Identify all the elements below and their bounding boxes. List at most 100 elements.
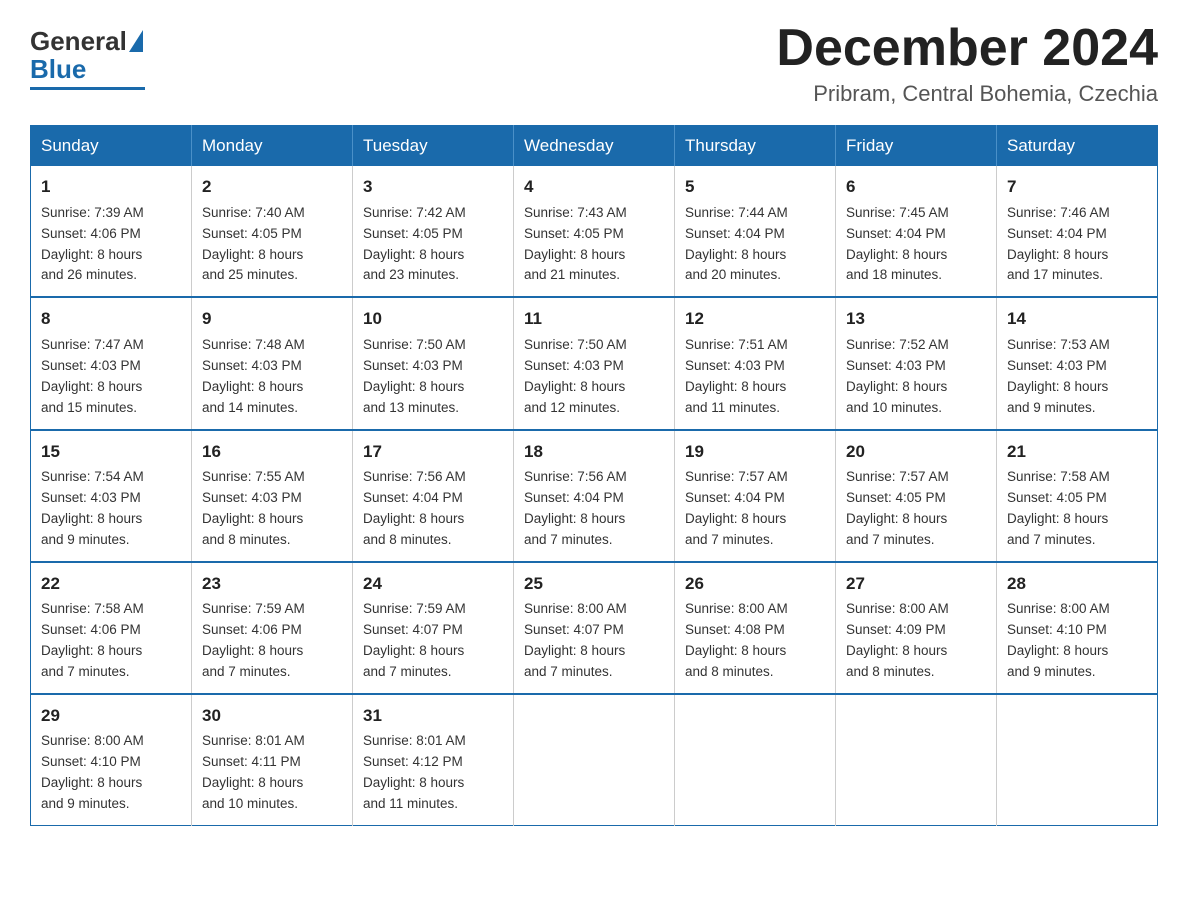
day-info: Sunrise: 7:57 AMSunset: 4:04 PMDaylight:… <box>685 469 788 547</box>
logo-blue-text: Blue <box>30 54 86 85</box>
day-info: Sunrise: 7:50 AMSunset: 4:03 PMDaylight:… <box>363 337 466 415</box>
calendar-cell: 25 Sunrise: 8:00 AMSunset: 4:07 PMDayligh… <box>514 562 675 694</box>
day-info: Sunrise: 7:43 AMSunset: 4:05 PMDaylight:… <box>524 205 627 283</box>
calendar-table: Sunday Monday Tuesday Wednesday Thursday… <box>30 125 1158 826</box>
day-info: Sunrise: 7:59 AMSunset: 4:07 PMDaylight:… <box>363 601 466 679</box>
calendar-week-1: 1Sunrise: 7:39 AMSunset: 4:06 PMDaylight… <box>31 166 1158 297</box>
day-info: Sunrise: 7:58 AMSunset: 4:05 PMDaylight:… <box>1007 469 1110 547</box>
calendar-week-5: 29 Sunrise: 8:00 AMSunset: 4:10 PMDayligh… <box>31 694 1158 826</box>
calendar-cell: 15 Sunrise: 7:54 AMSunset: 4:03 PMDayligh… <box>31 430 192 562</box>
day-number: 28 <box>1007 571 1147 597</box>
day-info: Sunrise: 7:52 AMSunset: 4:03 PMDaylight:… <box>846 337 949 415</box>
calendar-cell: 16 Sunrise: 7:55 AMSunset: 4:03 PMDayligh… <box>192 430 353 562</box>
calendar-cell: 20 Sunrise: 7:57 AMSunset: 4:05 PMDayligh… <box>836 430 997 562</box>
calendar-cell <box>836 694 997 826</box>
calendar-cell: 12 Sunrise: 7:51 AMSunset: 4:03 PMDayligh… <box>675 297 836 429</box>
day-number: 21 <box>1007 439 1147 465</box>
day-number: 23 <box>202 571 342 597</box>
col-monday: Monday <box>192 126 353 167</box>
calendar-cell: 30 Sunrise: 8:01 AMSunset: 4:11 PMDayligh… <box>192 694 353 826</box>
day-info: Sunrise: 7:46 AMSunset: 4:04 PMDaylight:… <box>1007 205 1110 283</box>
calendar-cell: 18Sunrise: 7:56 AMSunset: 4:04 PMDayligh… <box>514 430 675 562</box>
day-info: Sunrise: 7:57 AMSunset: 4:05 PMDaylight:… <box>846 469 949 547</box>
day-number: 19 <box>685 439 825 465</box>
day-info: Sunrise: 7:51 AMSunset: 4:03 PMDaylight:… <box>685 337 788 415</box>
day-info: Sunrise: 7:50 AMSunset: 4:03 PMDaylight:… <box>524 337 627 415</box>
calendar-cell: 27Sunrise: 8:00 AMSunset: 4:09 PMDayligh… <box>836 562 997 694</box>
day-info: Sunrise: 7:42 AMSunset: 4:05 PMDaylight:… <box>363 205 466 283</box>
calendar-cell: 28 Sunrise: 8:00 AMSunset: 4:10 PMDayligh… <box>997 562 1158 694</box>
calendar-cell: 29 Sunrise: 8:00 AMSunset: 4:10 PMDayligh… <box>31 694 192 826</box>
calendar-cell: 10 Sunrise: 7:50 AMSunset: 4:03 PMDayligh… <box>353 297 514 429</box>
calendar-header-row: Sunday Monday Tuesday Wednesday Thursday… <box>31 126 1158 167</box>
calendar-cell: 13 Sunrise: 7:52 AMSunset: 4:03 PMDayligh… <box>836 297 997 429</box>
day-info: Sunrise: 8:00 AMSunset: 4:09 PMDaylight:… <box>846 601 949 679</box>
col-tuesday: Tuesday <box>353 126 514 167</box>
day-number: 22 <box>41 571 181 597</box>
day-info: Sunrise: 7:59 AMSunset: 4:06 PMDaylight:… <box>202 601 305 679</box>
day-info: Sunrise: 8:00 AMSunset: 4:07 PMDaylight:… <box>524 601 627 679</box>
col-thursday: Thursday <box>675 126 836 167</box>
day-number: 7 <box>1007 174 1147 200</box>
day-number: 6 <box>846 174 986 200</box>
logo: General Blue <box>30 20 145 90</box>
calendar-week-4: 22 Sunrise: 7:58 AMSunset: 4:06 PMDayligh… <box>31 562 1158 694</box>
day-number: 17 <box>363 439 503 465</box>
calendar-cell: 9Sunrise: 7:48 AMSunset: 4:03 PMDaylight… <box>192 297 353 429</box>
calendar-cell: 21 Sunrise: 7:58 AMSunset: 4:05 PMDayligh… <box>997 430 1158 562</box>
day-number: 10 <box>363 306 503 332</box>
location-title: Pribram, Central Bohemia, Czechia <box>776 81 1158 107</box>
day-number: 24 <box>363 571 503 597</box>
col-wednesday: Wednesday <box>514 126 675 167</box>
day-info: Sunrise: 7:58 AMSunset: 4:06 PMDaylight:… <box>41 601 144 679</box>
day-info: Sunrise: 8:01 AMSunset: 4:11 PMDaylight:… <box>202 733 305 811</box>
day-number: 29 <box>41 703 181 729</box>
logo-general-text: General <box>30 28 127 54</box>
day-info: Sunrise: 7:55 AMSunset: 4:03 PMDaylight:… <box>202 469 305 547</box>
logo-underline <box>30 87 145 90</box>
day-number: 26 <box>685 571 825 597</box>
day-number: 9 <box>202 306 342 332</box>
calendar-cell: 22 Sunrise: 7:58 AMSunset: 4:06 PMDayligh… <box>31 562 192 694</box>
calendar-cell: 4 Sunrise: 7:43 AMSunset: 4:05 PMDaylight… <box>514 166 675 297</box>
calendar-cell: 24 Sunrise: 7:59 AMSunset: 4:07 PMDayligh… <box>353 562 514 694</box>
day-info: Sunrise: 8:00 AMSunset: 4:10 PMDaylight:… <box>1007 601 1110 679</box>
day-number: 25 <box>524 571 664 597</box>
day-number: 13 <box>846 306 986 332</box>
day-info: Sunrise: 7:45 AMSunset: 4:04 PMDaylight:… <box>846 205 949 283</box>
day-number: 5 <box>685 174 825 200</box>
calendar-cell: 17Sunrise: 7:56 AMSunset: 4:04 PMDayligh… <box>353 430 514 562</box>
day-number: 20 <box>846 439 986 465</box>
day-number: 14 <box>1007 306 1147 332</box>
col-saturday: Saturday <box>997 126 1158 167</box>
day-number: 15 <box>41 439 181 465</box>
day-number: 31 <box>363 703 503 729</box>
day-number: 12 <box>685 306 825 332</box>
calendar-cell: 6 Sunrise: 7:45 AMSunset: 4:04 PMDaylight… <box>836 166 997 297</box>
day-info: Sunrise: 7:54 AMSunset: 4:03 PMDaylight:… <box>41 469 144 547</box>
calendar-cell: 19 Sunrise: 7:57 AMSunset: 4:04 PMDayligh… <box>675 430 836 562</box>
day-number: 11 <box>524 306 664 332</box>
logo-triangle-icon <box>129 30 143 52</box>
day-info: Sunrise: 8:00 AMSunset: 4:10 PMDaylight:… <box>41 733 144 811</box>
calendar-cell <box>514 694 675 826</box>
day-info: Sunrise: 7:53 AMSunset: 4:03 PMDaylight:… <box>1007 337 1110 415</box>
day-number: 16 <box>202 439 342 465</box>
day-number: 30 <box>202 703 342 729</box>
day-number: 4 <box>524 174 664 200</box>
day-number: 2 <box>202 174 342 200</box>
page-header: General Blue December 2024 Pribram, Cent… <box>30 20 1158 107</box>
calendar-cell: 14 Sunrise: 7:53 AMSunset: 4:03 PMDayligh… <box>997 297 1158 429</box>
calendar-cell <box>997 694 1158 826</box>
day-info: Sunrise: 7:56 AMSunset: 4:04 PMDaylight:… <box>524 469 627 547</box>
day-number: 1 <box>41 174 181 200</box>
calendar-cell: 23 Sunrise: 7:59 AMSunset: 4:06 PMDayligh… <box>192 562 353 694</box>
calendar-cell <box>675 694 836 826</box>
month-title: December 2024 <box>776 20 1158 77</box>
calendar-cell: 7 Sunrise: 7:46 AMSunset: 4:04 PMDaylight… <box>997 166 1158 297</box>
day-number: 3 <box>363 174 503 200</box>
calendar-cell: 11 Sunrise: 7:50 AMSunset: 4:03 PMDayligh… <box>514 297 675 429</box>
calendar-cell: 8Sunrise: 7:47 AMSunset: 4:03 PMDaylight… <box>31 297 192 429</box>
calendar-cell: 2Sunrise: 7:40 AMSunset: 4:05 PMDaylight… <box>192 166 353 297</box>
col-sunday: Sunday <box>31 126 192 167</box>
